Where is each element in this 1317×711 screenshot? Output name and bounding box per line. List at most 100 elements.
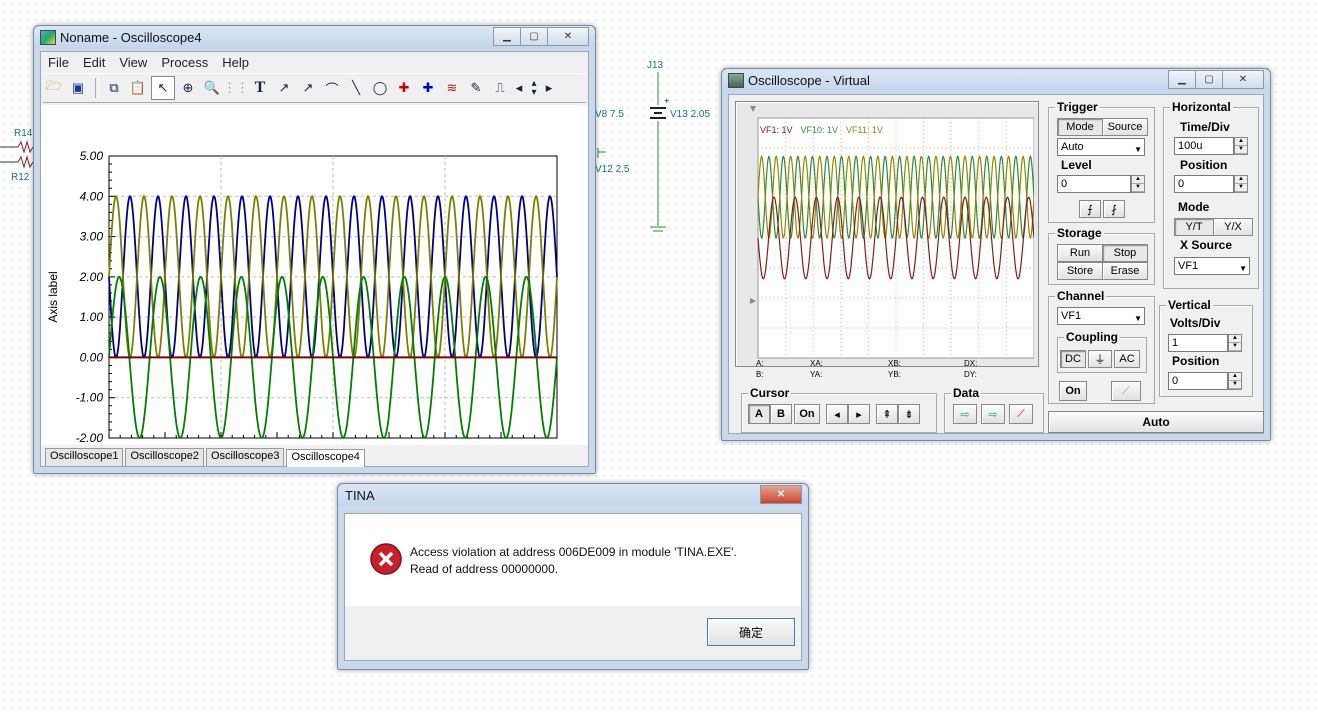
h-position-input[interactable]: 0 bbox=[1174, 175, 1234, 193]
horizontal-group-label: Horizontal bbox=[1170, 100, 1233, 114]
menu-edit[interactable]: Edit bbox=[76, 52, 112, 72]
probe-icon[interactable]: ✎ bbox=[465, 77, 487, 99]
curve-label-icon[interactable]: ⌒ bbox=[321, 77, 343, 99]
y-tick-label: 3.00 bbox=[80, 230, 104, 244]
trigger-level-input[interactable]: 0 bbox=[1057, 175, 1131, 193]
time-div-input[interactable]: 100u bbox=[1174, 137, 1234, 155]
marker-b-icon[interactable]: ✚ bbox=[417, 77, 439, 99]
diagram-window-titlebar[interactable]: Noname - Oscilloscope4 ▁ ▢ ✕ bbox=[34, 26, 595, 48]
x-source-value: VF1 bbox=[1178, 260, 1199, 272]
cursor-a-button[interactable]: A bbox=[748, 404, 770, 424]
coupling-ground-button[interactable]: ⏚ bbox=[1088, 350, 1112, 368]
ok-button[interactable]: 确定 bbox=[707, 618, 795, 646]
cursor-a-icon[interactable]: ↗ bbox=[273, 77, 295, 99]
zoom-in-icon[interactable]: ⊕ bbox=[177, 77, 199, 99]
data-clear-button[interactable]: ⟋ bbox=[1009, 404, 1033, 424]
tab-oscilloscope3[interactable]: Oscilloscope3 bbox=[205, 448, 285, 466]
erase-button[interactable]: Erase bbox=[1102, 262, 1148, 280]
data-export-button[interactable]: ⇨ bbox=[953, 404, 977, 424]
time-div-spinner[interactable]: ▲ ▼ bbox=[1234, 137, 1248, 155]
mode-yx-button[interactable]: Y/X bbox=[1213, 218, 1253, 236]
channel-select[interactable]: VF1 ▼ bbox=[1057, 307, 1145, 325]
cursor-on-button[interactable]: On bbox=[794, 404, 820, 424]
cursor-up-button[interactable]: ⇞ bbox=[876, 404, 898, 424]
prev-icon[interactable]: ◂ bbox=[513, 77, 525, 99]
volts-div-spinner[interactable]: ▲ ▼ bbox=[1228, 334, 1242, 352]
pointer-icon[interactable]: ↖ bbox=[151, 76, 175, 100]
cursor-b-button[interactable]: B bbox=[770, 404, 792, 424]
copy-icon[interactable]: ⧉ bbox=[103, 77, 125, 99]
coupling-ac-button[interactable]: AC bbox=[1114, 350, 1140, 368]
v-position-input[interactable]: 0 bbox=[1168, 372, 1228, 390]
h-position-spinner[interactable]: ▲ ▼ bbox=[1234, 175, 1248, 193]
stop-button[interactable]: Stop bbox=[1102, 244, 1148, 262]
circle-icon[interactable]: ◯ bbox=[369, 77, 391, 99]
export-graph-icon: ⇨ bbox=[960, 408, 970, 421]
next-icon[interactable]: ▸ bbox=[543, 77, 555, 99]
tab-oscilloscope1[interactable]: Oscilloscope1 bbox=[45, 448, 124, 466]
v-position-spinner[interactable]: ▲ ▼ bbox=[1228, 372, 1242, 390]
line-icon[interactable]: ╲ bbox=[345, 77, 367, 99]
volts-div-label: Volts/Div bbox=[1170, 316, 1221, 330]
oscilloscope-window-titlebar[interactable]: Oscilloscope - Virtual ▁ ▢ ✕ bbox=[722, 69, 1270, 91]
open-icon[interactable]: 🗁 bbox=[43, 77, 65, 99]
close-button[interactable]: ✕ bbox=[547, 27, 589, 46]
channel-probe-button[interactable]: ⟋ bbox=[1111, 381, 1141, 401]
menu-help[interactable]: Help bbox=[215, 52, 256, 72]
cursor-b-icon[interactable]: ↗ bbox=[297, 77, 319, 99]
waveform-icon[interactable]: ≋ bbox=[441, 77, 463, 99]
volts-div-input[interactable]: 1 bbox=[1168, 334, 1228, 352]
coupling-dc-button[interactable]: DC bbox=[1060, 350, 1086, 368]
mode-yt-button[interactable]: Y/T bbox=[1174, 218, 1214, 236]
trigger-level-spinner[interactable]: ▲ ▼ bbox=[1131, 175, 1145, 193]
chevron-down-icon: ▼ bbox=[1239, 264, 1247, 273]
osc-maximize-button[interactable]: ▢ bbox=[1195, 70, 1223, 89]
scope-legend: VF1: 1V VF10: 1V VF11: 1V bbox=[760, 125, 883, 135]
osc-close-button[interactable]: ✕ bbox=[1222, 70, 1264, 89]
svg-text:+: + bbox=[664, 96, 669, 106]
dialog-message-line1: Access violation at address 006DE009 in … bbox=[410, 545, 737, 559]
cursor-down-button[interactable]: ⇟ bbox=[898, 404, 920, 424]
tab-strip: Oscilloscope1 Oscilloscope2 Oscilloscope… bbox=[45, 448, 367, 467]
channel-on-button[interactable]: On bbox=[1059, 381, 1087, 401]
trigger-rising-edge-button[interactable]: ⨍ bbox=[1079, 200, 1101, 218]
v-position-label: Position bbox=[1172, 354, 1220, 368]
trigger-falling-edge-button[interactable]: ⨏ bbox=[1103, 200, 1125, 218]
cursor-left-button[interactable]: ◂ bbox=[826, 404, 848, 424]
trigger-group: Trigger Mode Source Auto ▼ Level 0 ▲ ▼ ⨍ ⨏ bbox=[1048, 100, 1155, 223]
legend-vf1: VF1: 1V bbox=[760, 125, 793, 135]
dialog-message-line2: Read of address 00000000. bbox=[410, 562, 559, 576]
x-source-select[interactable]: VF1 ▼ bbox=[1174, 257, 1250, 275]
updown-icon[interactable]: ▴ ▾ bbox=[527, 77, 541, 99]
diagram-client: File Edit View Process Help 🗁 ▣ ⧉ 📋 ↖ ⊕ … bbox=[40, 51, 589, 467]
tab-oscilloscope4[interactable]: Oscilloscope4 bbox=[286, 449, 365, 467]
dialog-titlebar[interactable]: TINA ✕ bbox=[338, 484, 808, 506]
dx-readout: DX: bbox=[964, 359, 978, 368]
grid-icon[interactable]: ⋮⋮ bbox=[223, 77, 249, 99]
coupling-group-label: Coupling bbox=[1064, 330, 1120, 344]
vertical-group-label: Vertical bbox=[1166, 298, 1213, 312]
osc-minimize-button[interactable]: ▁ bbox=[1168, 70, 1196, 89]
menu-process[interactable]: Process bbox=[154, 52, 215, 72]
minimize-button[interactable]: ▁ bbox=[493, 27, 521, 46]
data-import-button[interactable]: ⇨ bbox=[981, 404, 1005, 424]
run-button[interactable]: Run bbox=[1057, 244, 1103, 262]
menu-file[interactable]: File bbox=[41, 52, 76, 72]
zoom-100-icon[interactable]: 🔍 bbox=[201, 77, 223, 99]
dialog-close-button[interactable]: ✕ bbox=[760, 485, 802, 504]
cursor-right-button[interactable]: ▸ bbox=[848, 404, 870, 424]
paste-icon[interactable]: 📋 bbox=[127, 77, 149, 99]
menu-view[interactable]: View bbox=[112, 52, 154, 72]
tab-oscilloscope2[interactable]: Oscilloscope2 bbox=[125, 448, 204, 466]
text-icon[interactable]: T bbox=[249, 77, 271, 99]
trigger-mode-button[interactable]: Mode bbox=[1057, 118, 1103, 136]
store-button[interactable]: Store bbox=[1057, 262, 1103, 280]
maximize-button[interactable]: ▢ bbox=[520, 27, 548, 46]
save-icon[interactable]: ▣ bbox=[67, 77, 89, 99]
auto-button[interactable]: Auto bbox=[1048, 411, 1264, 433]
chart-plot: 0.00250.00u500.00u750.00u1.00m5.004.003.… bbox=[41, 105, 588, 445]
marker-a-icon[interactable]: ✚ bbox=[393, 77, 415, 99]
trigger-source-button[interactable]: Source bbox=[1102, 118, 1148, 136]
trigger-mode-select[interactable]: Auto ▼ bbox=[1057, 138, 1145, 156]
step-icon[interactable]: ⎍ bbox=[489, 77, 511, 99]
